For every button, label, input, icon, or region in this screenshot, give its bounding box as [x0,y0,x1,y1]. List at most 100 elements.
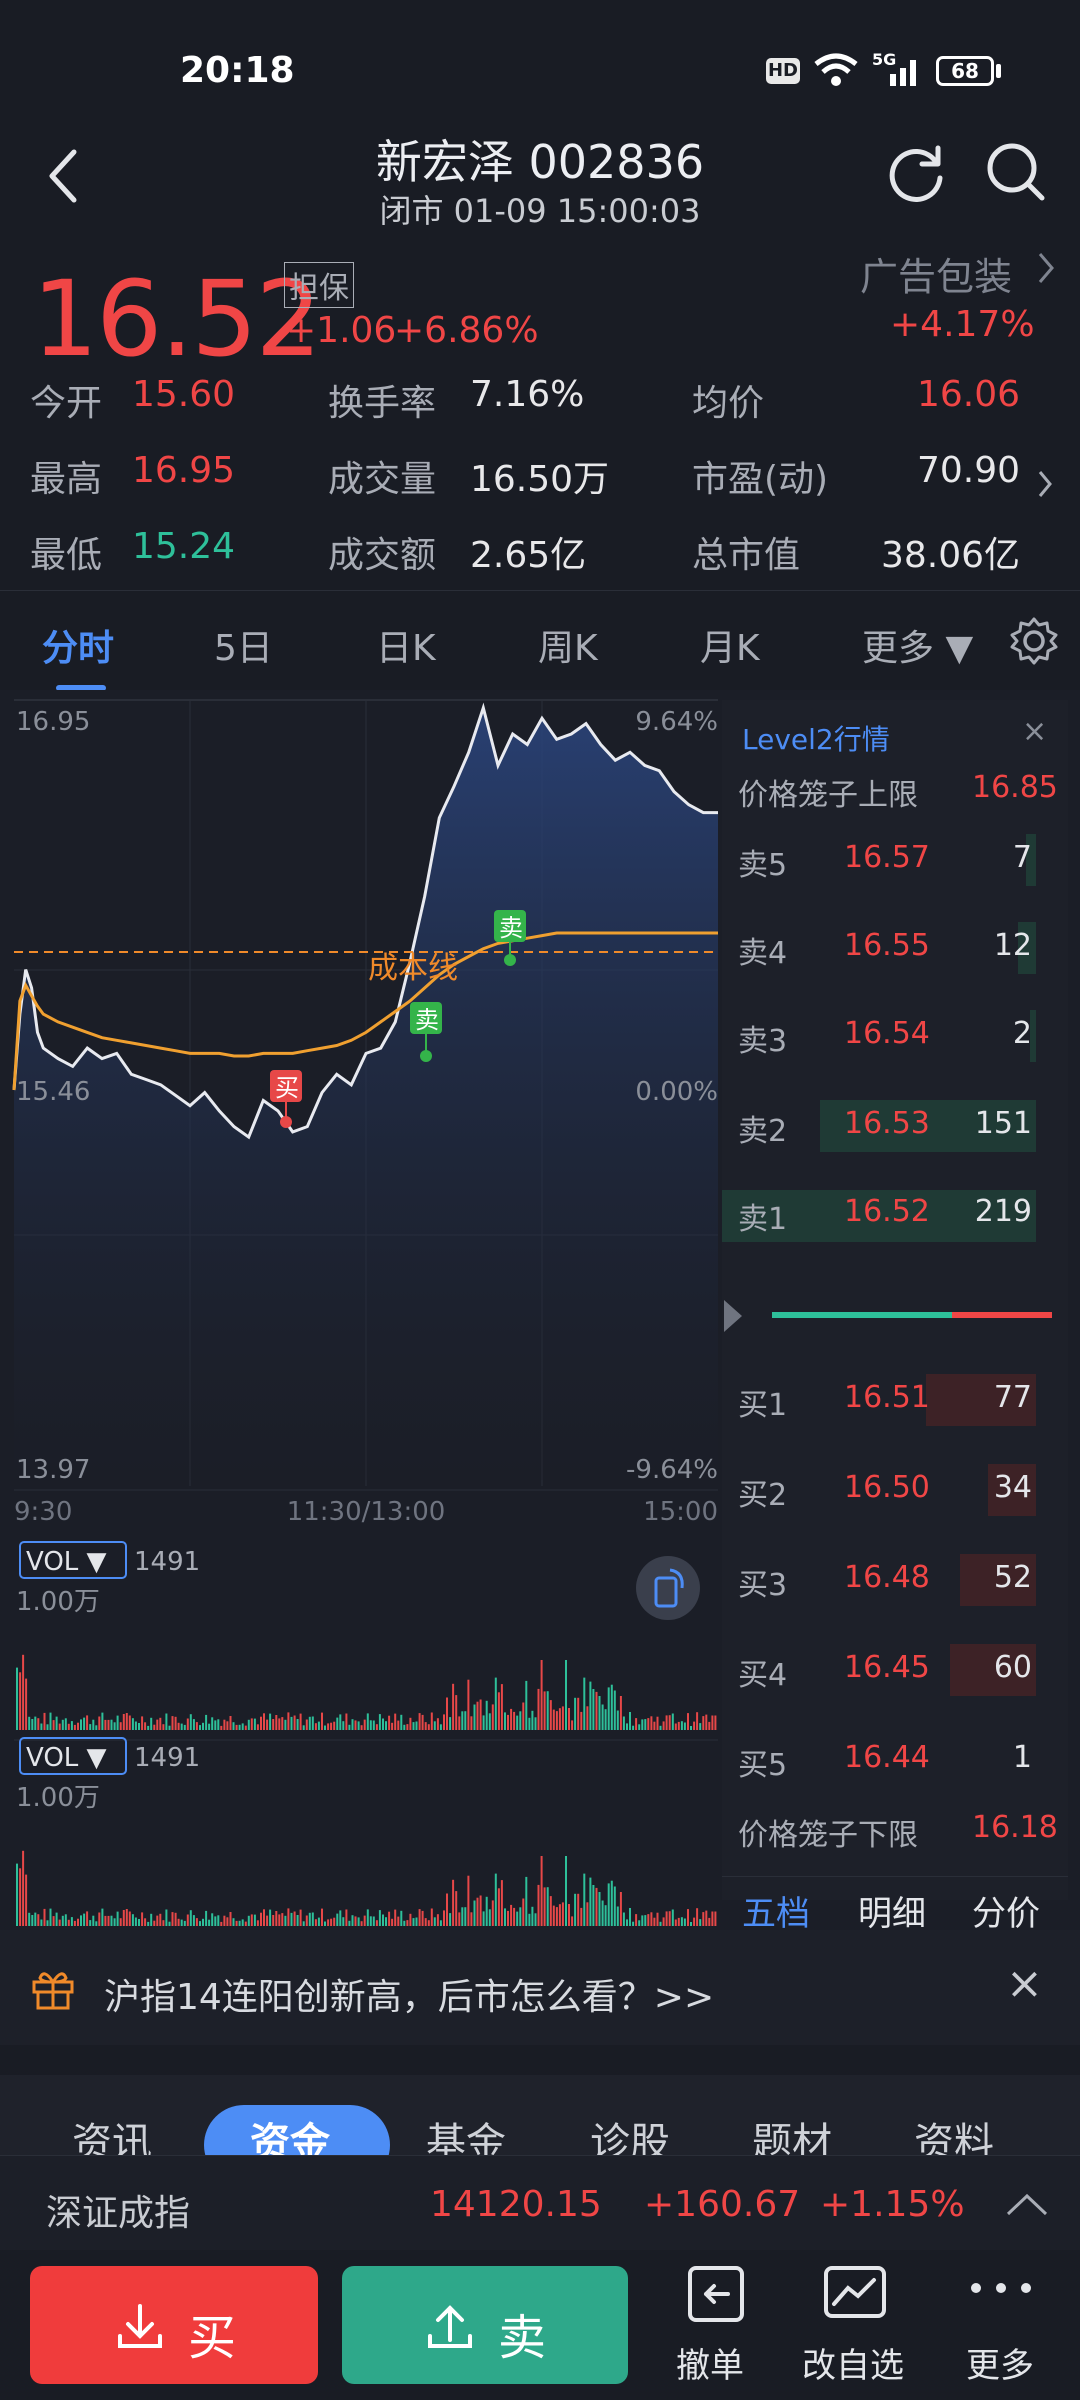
volume-bar [595,1691,598,1730]
volume-bar [409,1913,412,1926]
news-banner[interactable]: 沪指14连阳创新高，后市怎么看？>> × [0,1930,1080,2045]
refresh-icon[interactable] [884,140,948,204]
volume-bar [372,1916,375,1926]
volume-bar [61,1915,64,1926]
volume-bar [583,1677,586,1730]
volume-bar [378,1714,381,1730]
volume-bar [619,1696,622,1730]
sector-name[interactable]: 广告包装 [860,246,1012,301]
volume-bar [70,1917,73,1926]
volume-bars [16,1654,717,1730]
volume-bar [116,1911,119,1926]
buy-level-1[interactable]: 买1 16.51 77 [722,1364,1052,1434]
volume-bar [427,1920,430,1926]
tab-diagnosis[interactable]: 诊股 [590,2110,670,2155]
back-icon[interactable] [44,146,84,206]
sell-level-4[interactable]: 卖4 16.55 12 [722,912,1052,982]
volume-bar [519,1907,522,1926]
volume-bar [92,1719,95,1730]
tab-five-levels[interactable]: 五档 [742,1886,810,1935]
volume-bar [55,1716,58,1730]
volume-bar [394,1713,397,1730]
volume-bar [638,1920,641,1926]
chevron-up-icon[interactable] [1004,2190,1050,2220]
volume-bar [714,1911,717,1926]
tab-funds-flow[interactable]: 资金 [250,2110,330,2155]
banner-text[interactable]: 沪指14连阳创新高，后市怎么看？>> [104,1968,714,2020]
volume-bar [369,1916,372,1926]
tab-fund[interactable]: 基金 [426,2110,506,2155]
chevron-right-icon[interactable] [1036,468,1056,500]
buy-level-2[interactable]: 买2 16.50 34 [722,1454,1052,1524]
volume-bar [592,1689,595,1730]
tab-weekly-k[interactable]: 周K [538,619,598,671]
volume-bar [708,1721,711,1730]
volume-bar [272,1915,275,1926]
chevron-right-icon[interactable] [1036,250,1056,286]
buy-level-5[interactable]: 买5 16.44 1 [722,1724,1052,1794]
volume-bar [208,1723,211,1730]
volume-bar [464,1907,467,1926]
sell-level-5[interactable]: 卖5 16.57 7 [722,824,1052,894]
volume-bar [369,1720,372,1730]
volume-bar [299,1713,302,1730]
rotate-screen-button[interactable] [636,1556,700,1620]
volume-bar [98,1912,101,1926]
volume-bar [690,1726,692,1730]
volume-bar [443,1910,445,1926]
volume-bar [144,1722,147,1730]
volume-bar [25,1678,28,1730]
buy-level-4[interactable]: 买4 16.45 60 [722,1634,1052,1704]
collapse-arrow-icon[interactable] [722,1296,752,1336]
tab-monthly-k[interactable]: 月K [700,619,760,671]
edit-watchlist-label: 改自选 [802,2346,904,2386]
market-status: 闭市 01-09 15:00:03 [379,192,701,230]
cancel-order-button[interactable]: 撤单 [660,2260,770,2390]
sell-button[interactable]: 卖 [342,2266,628,2384]
volume-bar [513,1711,516,1730]
volume-bar [67,1919,70,1926]
intraday-chart[interactable]: 成本线 买 卖 卖 16.95 15.46 13.97 9.64% 0.00% … [0,690,720,1930]
volume-bar [186,1914,189,1926]
sell-level-2[interactable]: 卖2 16.53 151 [722,1090,1052,1160]
x-axis-mid: 11:30/13:00 [287,1497,446,1527]
volume-bar [516,1911,519,1926]
tab-profile[interactable]: 资料 [914,2110,994,2155]
volume-bar [659,1725,662,1730]
tab-price-dist[interactable]: 分价 [972,1886,1040,1935]
sell-level-3[interactable]: 卖3 16.54 2 [722,1000,1052,1070]
volume-bar [302,1725,305,1730]
tab-5day[interactable]: 5日 [214,619,273,671]
more-button[interactable]: 更多 [950,2260,1060,2390]
volume-bar [305,1915,308,1926]
volume-bar [278,1718,281,1730]
level2-title[interactable]: Level2行情 [742,718,890,758]
volume-bar [385,1721,387,1730]
buy-level-3[interactable]: 买3 16.48 52 [722,1544,1052,1614]
tab-news[interactable]: 资讯 [72,2110,152,2155]
volume-bar [626,1919,628,1926]
volume-bar [452,1879,455,1926]
buy-button[interactable]: 买 [30,2266,318,2384]
volume-bar [278,1914,281,1926]
index-ticker[interactable]: 深证成指 14120.15 +160.67 +1.15% [0,2155,1080,2250]
volume-bar [580,1907,583,1926]
sell-level-1[interactable]: 卖1 16.52 219 [722,1178,1052,1248]
tab-detail[interactable]: 明细 [858,1886,926,1935]
volume-bar [647,1718,650,1730]
tab-intraday[interactable]: 分时 [42,619,114,671]
tab-daily-k[interactable]: 日K [376,619,436,671]
volume-bar [507,1910,509,1926]
volume-bar [629,1712,631,1730]
close-icon[interactable]: × [1022,714,1047,749]
volume-bar [360,1725,363,1730]
volume-bar [534,1717,537,1730]
settings-gear-icon[interactable] [1008,615,1060,667]
volume-bar [497,1692,500,1730]
tab-theme[interactable]: 题材 [752,2110,832,2155]
edit-watchlist-button[interactable]: 改自选 [796,2260,920,2390]
volume-bar [546,1887,549,1926]
search-icon[interactable] [984,140,1048,204]
close-icon[interactable]: × [1006,1958,1043,2009]
tab-more[interactable]: 更多 ▼ [862,619,973,671]
